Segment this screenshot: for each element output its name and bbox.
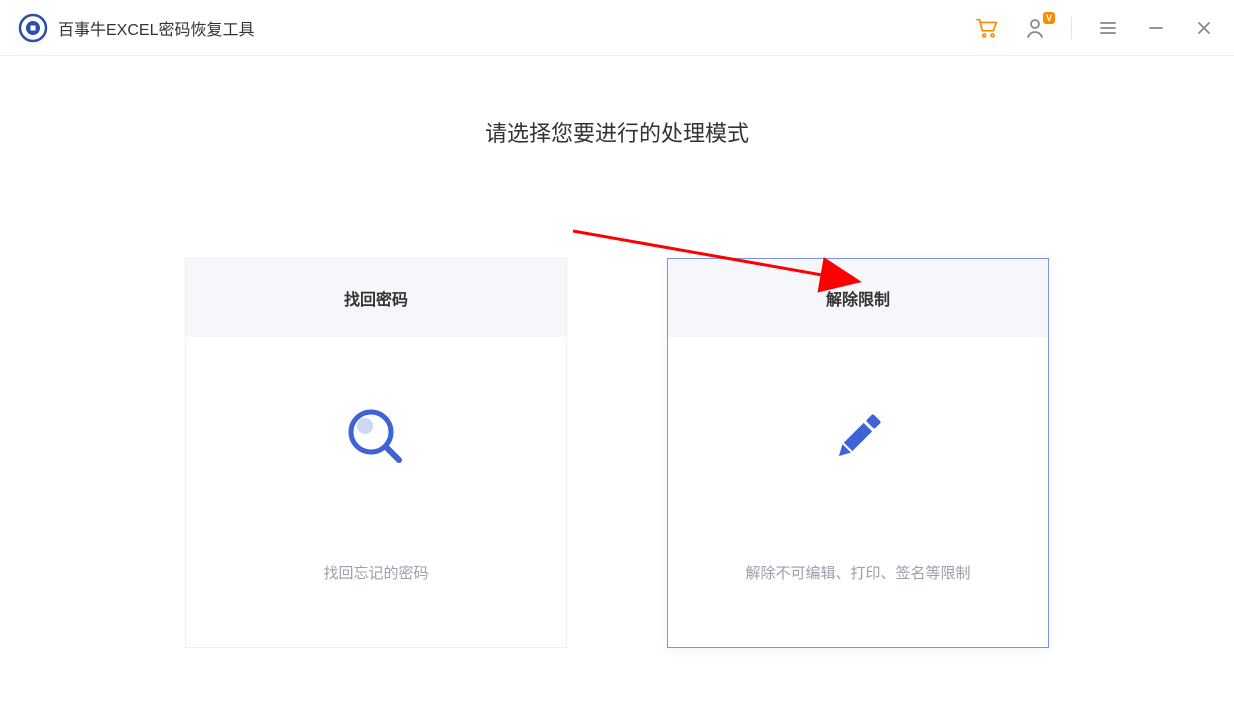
magnifier-icon [341,402,411,472]
card-body: 解除不可编辑、打印、签名等限制 [668,337,1048,647]
pencil-icon [823,402,893,472]
user-icon[interactable]: V [1023,16,1047,40]
card-description: 找回忘记的密码 [323,562,428,583]
main-content: 请选择您要进行的处理模式 找回密码 找回忘记的密码 解除限制 [0,56,1234,648]
titlebar: 百事牛EXCEL密码恢复工具 V [0,0,1234,56]
minimize-icon[interactable] [1144,16,1168,40]
user-vip-badge: V [1043,12,1055,24]
titlebar-right: V [975,16,1216,40]
mode-cards: 找回密码 找回忘记的密码 解除限制 [185,258,1049,648]
card-recover-password[interactable]: 找回密码 找回忘记的密码 [185,258,567,648]
card-body: 找回忘记的密码 [186,337,566,647]
card-title: 找回密码 [186,259,566,337]
main-heading: 请选择您要进行的处理模式 [485,116,749,148]
card-description: 解除不可编辑、打印、签名等限制 [745,562,970,583]
app-title: 百事牛EXCEL密码恢复工具 [58,16,254,40]
card-remove-restriction[interactable]: 解除限制 解除不可编辑、打印、签名等限制 [667,258,1049,648]
titlebar-left: 百事牛EXCEL密码恢复工具 [18,13,254,43]
app-logo-icon [18,13,48,43]
card-title: 解除限制 [668,259,1048,337]
cart-icon[interactable] [975,16,999,40]
close-icon[interactable] [1192,16,1216,40]
titlebar-separator [1071,17,1072,39]
menu-icon[interactable] [1096,16,1120,40]
